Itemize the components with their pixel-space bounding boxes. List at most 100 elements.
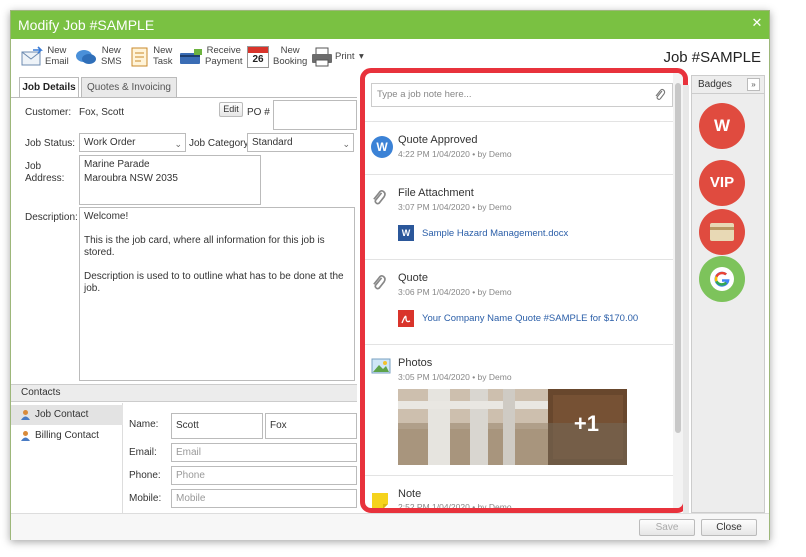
entry-meta: 3:07 PM 1/04/2020 • by Demo: [398, 202, 512, 212]
entry-title: Quote: [398, 272, 428, 284]
calendar-day: 26: [252, 54, 264, 65]
job-category-select[interactable]: Standard ⌄: [247, 133, 354, 152]
expand-icon[interactable]: »: [747, 78, 760, 91]
new-booking-label: New Booking: [273, 45, 308, 67]
entry-meta: 3:06 PM 1/04/2020 • by Demo: [398, 287, 512, 297]
badges-panel: Badges » W VIP: [691, 75, 765, 513]
calendar-icon: 26: [247, 46, 269, 68]
feed-entry-photos[interactable]: Photos 3:05 PM 1/04/2020 • by Demo +1: [365, 344, 675, 474]
person-icon: [21, 410, 30, 420]
print-button[interactable]: Print ▾: [311, 43, 364, 73]
badge-vip[interactable]: VIP: [699, 160, 745, 206]
job-note-input[interactable]: Type a job note here...: [371, 83, 673, 107]
receive-payment-label: Receive Payment: [205, 45, 243, 67]
feed-scroll-thumb[interactable]: [675, 83, 681, 433]
paperclip-icon: [373, 275, 386, 290]
contact-item-label: Billing Contact: [35, 430, 99, 441]
badge-w[interactable]: W: [699, 103, 745, 149]
panel-scrollbar[interactable]: [683, 85, 689, 513]
attachment-link[interactable]: Your Company Name Quote #SAMPLE for $170…: [422, 313, 638, 324]
feed-entry-note[interactable]: Note 2:52 PM 1/04/2020 • by Demo: [365, 475, 675, 512]
job-status-label: Job Status:: [25, 138, 76, 149]
sticky-note-icon: [372, 493, 388, 508]
print-label: Print: [335, 51, 355, 62]
entry-meta: 2:52 PM 1/04/2020 • by Demo: [398, 502, 512, 512]
title-bar: Modify Job #SAMPLE ✕: [11, 11, 769, 39]
photo-icon: [371, 358, 391, 374]
description-textarea[interactable]: Welcome! This is the job card, where all…: [79, 207, 355, 381]
email-icon: [21, 46, 43, 66]
close-icon[interactable]: ✕: [751, 16, 763, 29]
new-task-button[interactable]: New Task: [129, 43, 177, 73]
phone-label: Phone:: [129, 470, 161, 481]
job-category-value: Standard: [252, 137, 293, 148]
receive-payment-button[interactable]: Receive Payment: [179, 43, 243, 73]
tab-divider: [11, 97, 357, 98]
feed-scrollbar[interactable]: [673, 73, 683, 508]
save-button[interactable]: Save: [639, 519, 695, 536]
customer-label: Customer:: [25, 107, 72, 118]
job-note-placeholder: Type a job note here...: [377, 89, 472, 100]
new-booking-button[interactable]: 26 New Booking: [247, 43, 307, 73]
customer-value: Fox, Scott: [79, 107, 125, 118]
feed-entry-quote[interactable]: Quote 3:06 PM 1/04/2020 • by Demo Your C…: [365, 259, 675, 343]
paperclip-icon[interactable]: [654, 88, 666, 102]
new-sms-button[interactable]: New SMS: [75, 43, 125, 73]
badge-google[interactable]: [699, 256, 745, 302]
description-label: Description:: [25, 212, 78, 223]
word-doc-icon: W: [398, 225, 414, 241]
credit-card-icon: [710, 223, 734, 241]
first-name-input[interactable]: Scott: [171, 413, 263, 439]
photo-more-count: +1: [573, 411, 599, 436]
phone-field[interactable]: Phone: [171, 466, 357, 485]
badges-header: Badges »: [692, 76, 764, 94]
job-status-value: Work Order: [84, 137, 136, 148]
entry-title: Photos: [398, 357, 433, 369]
contact-list: Job Contact Billing Contact: [11, 403, 123, 513]
dialog-footer: Save Close: [11, 513, 769, 540]
tab-job-details[interactable]: Job Details: [19, 77, 79, 98]
entry-meta: 3:05 PM 1/04/2020 • by Demo: [398, 372, 512, 382]
email-label: Email:: [129, 447, 157, 458]
new-email-label: New Email: [45, 45, 69, 67]
job-category-label: Job Category: [189, 138, 249, 149]
mobile-label: Mobile:: [129, 493, 162, 504]
w-avatar-icon: W: [371, 136, 393, 158]
feed-entry-file-attachment[interactable]: File Attachment 3:07 PM 1/04/2020 • by D…: [365, 174, 675, 258]
address-line-1: Marine Parade: [84, 159, 150, 170]
entry-meta: 4:22 PM 1/04/2020 • by Demo: [398, 149, 512, 159]
description-line-2: This is the job card, where all informat…: [84, 235, 328, 258]
print-dropdown-icon: ▾: [359, 51, 364, 62]
entry-title: Quote Approved: [398, 134, 478, 146]
contact-item-billing[interactable]: Billing Contact: [11, 426, 123, 446]
job-activity-feed: Type a job note here... W Quote Approved…: [360, 68, 688, 513]
tab-quotes-invoicing[interactable]: Quotes & Invoicing: [81, 77, 177, 97]
name-label: Name:: [129, 419, 159, 430]
close-button[interactable]: Close: [701, 519, 757, 536]
mobile-field[interactable]: Mobile: [171, 489, 357, 508]
job-address-label: Job Address:: [25, 161, 65, 184]
address-line-2: Maroubra NSW 2035: [84, 173, 178, 184]
photo-thumbnail[interactable]: +1: [398, 389, 627, 465]
po-number-input[interactable]: [273, 100, 357, 130]
modify-job-window: Modify Job #SAMPLE ✕ New Email New SMS N…: [10, 10, 770, 540]
entry-title: File Attachment: [398, 187, 474, 199]
badges-title: Badges: [698, 79, 732, 90]
job-address-input[interactable]: Marine Parade Maroubra NSW 2035: [79, 155, 261, 205]
badge-credit-card[interactable]: [699, 209, 745, 255]
chevron-down-icon: ⌄: [342, 139, 350, 149]
description-line-3: Description is used to to outline what h…: [84, 271, 347, 294]
email-field[interactable]: Email: [171, 443, 357, 462]
contact-item-job[interactable]: Job Contact: [11, 405, 123, 425]
chevron-down-icon: ⌄: [174, 139, 182, 149]
task-icon: [131, 47, 148, 67]
edit-customer-button[interactable]: Edit: [219, 102, 243, 117]
new-email-button[interactable]: New Email: [21, 43, 73, 73]
contacts-header: Contacts: [11, 384, 357, 402]
attachment-link[interactable]: Sample Hazard Management.docx: [422, 228, 568, 239]
last-name-input[interactable]: Fox: [265, 413, 357, 439]
job-status-select[interactable]: Work Order ⌄: [79, 133, 186, 152]
entry-title: Note: [398, 488, 422, 500]
feed-entry-quote-approved[interactable]: W Quote Approved 4:22 PM 1/04/2020 • by …: [365, 121, 675, 173]
description-line-1: Welcome!: [84, 211, 129, 222]
